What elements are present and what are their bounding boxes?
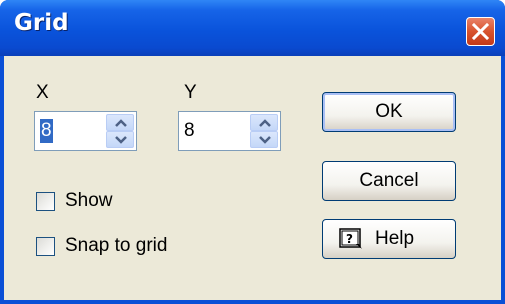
y-spin-box[interactable]: 8	[178, 111, 281, 151]
dialog-body: X 8 Y 8 Show Snap to grid OK Cancel ? He…	[4, 56, 501, 300]
svg-text:?: ?	[346, 232, 353, 246]
grid-dialog: Grid X 8 Y 8 Show Snap to grid OK Cancel…	[0, 0, 505, 304]
arrow-down-icon	[259, 136, 271, 144]
cancel-button[interactable]: Cancel	[322, 161, 456, 201]
arrow-down-icon	[115, 136, 127, 144]
x-spin-box[interactable]: 8	[34, 111, 137, 151]
ok-button[interactable]: OK	[322, 92, 456, 132]
x-spin-buttons	[106, 114, 134, 148]
snap-to-grid-label[interactable]: Snap to grid	[65, 235, 167, 257]
title-bar[interactable]: Grid	[0, 0, 505, 56]
close-button[interactable]	[466, 17, 495, 46]
help-button[interactable]: ? Help	[322, 219, 456, 259]
show-checkbox[interactable]	[36, 192, 55, 211]
close-icon	[472, 23, 489, 40]
y-spin-buttons	[250, 114, 278, 148]
arrow-up-icon	[115, 119, 127, 127]
x-value-input[interactable]: 8	[40, 119, 53, 143]
x-label: X	[36, 82, 49, 103]
show-label[interactable]: Show	[65, 190, 113, 212]
y-value-input[interactable]: 8	[184, 119, 195, 143]
window-title: Grid	[14, 10, 69, 36]
help-book-icon: ?	[339, 228, 362, 249]
snap-to-grid-checkbox[interactable]	[36, 237, 55, 256]
arrow-up-icon	[259, 119, 271, 127]
help-label: Help	[375, 228, 415, 249]
x-spin-up-button[interactable]	[106, 114, 134, 131]
y-spin-down-button[interactable]	[250, 131, 278, 148]
y-label: Y	[184, 82, 197, 103]
x-spin-down-button[interactable]	[106, 131, 134, 148]
y-spin-up-button[interactable]	[250, 114, 278, 131]
